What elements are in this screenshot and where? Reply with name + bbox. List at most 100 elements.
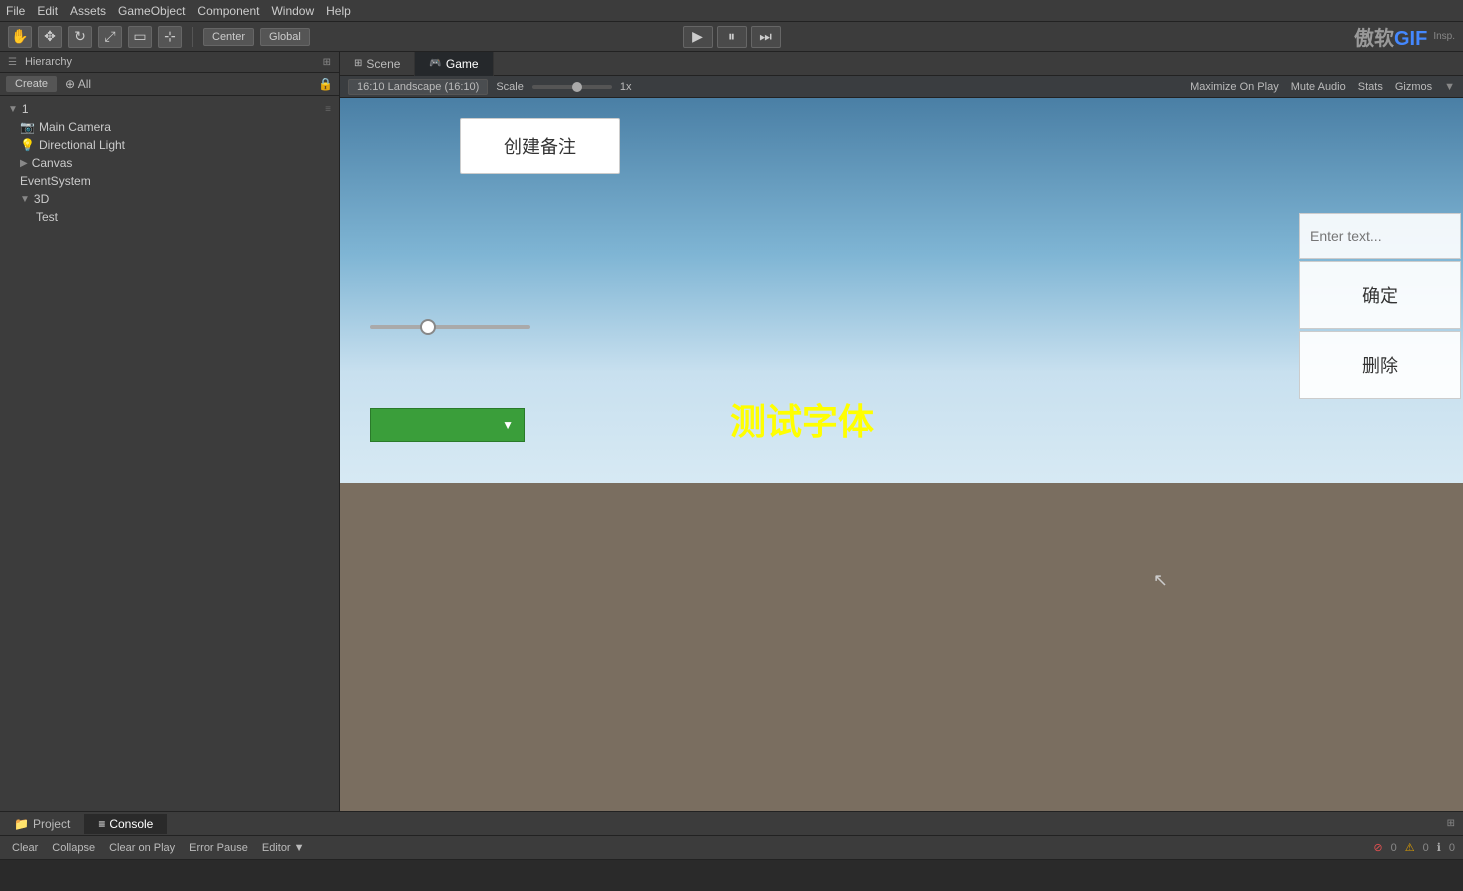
viewport-toolbar: 16:10 Landscape (16:10) Scale 1x Maximiz… bbox=[340, 76, 1463, 98]
clear-on-play-btn[interactable]: Clear on Play bbox=[105, 841, 179, 855]
tab-project[interactable]: 📁 Project bbox=[0, 814, 84, 834]
ground bbox=[340, 483, 1463, 811]
play-controls: ▶ ⏸ ⏭ bbox=[683, 26, 781, 48]
toolbar-right: 傲软GIF Insp. bbox=[1354, 22, 1455, 51]
menu-edit[interactable]: Edit bbox=[37, 4, 58, 18]
create-note-btn[interactable]: 创建备注 bbox=[460, 118, 620, 174]
hierarchy-item-label: 1 bbox=[22, 102, 29, 116]
menu-assets[interactable]: Assets bbox=[70, 4, 106, 18]
watermark-text2: GIF bbox=[1394, 28, 1427, 50]
hierarchy-panel: ☰ Hierarchy ⊞ Create ⊕ All 🔒 ▼ 1 ≡ 📷 Mai… bbox=[0, 52, 340, 811]
hierarchy-item-label: Canvas bbox=[32, 156, 73, 170]
hand-tool-btn[interactable]: ✋ bbox=[8, 26, 32, 48]
gizmos-arrow: ▼ bbox=[1444, 81, 1455, 93]
menu-component[interactable]: Component bbox=[197, 4, 259, 18]
tab-game[interactable]: 🎮 Game bbox=[415, 52, 493, 76]
play-btn[interactable]: ▶ bbox=[683, 26, 713, 48]
collapse-arrow-canvas: ▶ bbox=[20, 158, 28, 169]
universal-tool-btn[interactable]: ⊹ bbox=[158, 26, 182, 48]
hierarchy-item-directional-light[interactable]: 💡 Directional Light bbox=[0, 136, 339, 154]
camera-icon: 📷 bbox=[20, 120, 35, 134]
game-right-panel: 确定 删除 bbox=[1299, 213, 1461, 401]
scale-value: 1x bbox=[620, 81, 632, 93]
gizmos[interactable]: Gizmos bbox=[1395, 81, 1432, 93]
clear-btn[interactable]: Clear bbox=[8, 841, 42, 855]
scene-tab-label: Scene bbox=[366, 57, 400, 71]
step-btn[interactable]: ⏭ bbox=[751, 26, 781, 48]
hierarchy-item-label: Main Camera bbox=[39, 120, 111, 134]
hierarchy-item-test[interactable]: Test bbox=[0, 208, 339, 226]
toolbar-separator-1 bbox=[192, 27, 193, 47]
collapse-arrow: ▼ bbox=[8, 104, 18, 115]
dropdown-arrow-icon: ▼ bbox=[502, 418, 514, 432]
maximize-on-play[interactable]: Maximize On Play bbox=[1190, 81, 1279, 93]
hierarchy-item-eventsystem[interactable]: EventSystem bbox=[0, 172, 339, 190]
project-tab-label: Project bbox=[33, 817, 70, 831]
main-layout: ☰ Hierarchy ⊞ Create ⊕ All 🔒 ▼ 1 ≡ 📷 Mai… bbox=[0, 52, 1463, 811]
center-area: ⊞ Scene 🎮 Game 16:10 Landscape (16:10) S… bbox=[340, 52, 1463, 811]
game-tab-icon: 🎮 bbox=[429, 58, 441, 69]
aspect-btn[interactable]: 16:10 Landscape (16:10) bbox=[348, 79, 488, 95]
toolbar: ✋ ✥ ↻ ⤢ ▭ ⊹ Center Global ▶ ⏸ ⏭ 傲软GIF In… bbox=[0, 22, 1463, 52]
hierarchy-toolbar: Create ⊕ All 🔒 bbox=[0, 73, 339, 96]
rotate-tool-btn[interactable]: ↻ bbox=[68, 26, 92, 48]
global-btn[interactable]: Global bbox=[260, 28, 310, 46]
hierarchy-icon: ☰ bbox=[8, 57, 17, 68]
pause-btn[interactable]: ⏸ bbox=[717, 26, 747, 48]
mute-audio[interactable]: Mute Audio bbox=[1291, 81, 1346, 93]
create-btn[interactable]: Create bbox=[6, 76, 57, 92]
error-count: 0 bbox=[1391, 842, 1397, 854]
game-text-input[interactable] bbox=[1299, 213, 1461, 259]
collapse-arrow-3d: ▼ bbox=[20, 194, 30, 205]
bottom-right: ⊘ 0 ⚠ 0 ℹ 0 bbox=[1373, 841, 1455, 854]
scene-tab-icon: ⊞ bbox=[354, 58, 362, 69]
delete-btn[interactable]: 删除 bbox=[1299, 331, 1461, 399]
message-count: 0 bbox=[1449, 842, 1455, 854]
menu-gameobject[interactable]: GameObject bbox=[118, 4, 185, 18]
scale-thumb bbox=[572, 82, 582, 92]
confirm-btn[interactable]: 确定 bbox=[1299, 261, 1461, 329]
menu-window[interactable]: Window bbox=[271, 4, 314, 18]
tab-console[interactable]: ≡ Console bbox=[84, 814, 167, 834]
bottom-tabs: 📁 Project ≡ Console ⊞ bbox=[0, 812, 1463, 836]
stats[interactable]: Stats bbox=[1358, 81, 1383, 93]
scale-tool-btn[interactable]: ⤢ bbox=[98, 26, 122, 48]
hierarchy-item-label: Test bbox=[36, 210, 58, 224]
hierarchy-list: ▼ 1 ≡ 📷 Main Camera 💡 Directional Light … bbox=[0, 96, 339, 811]
console-tab-icon: ≡ bbox=[98, 817, 105, 831]
hierarchy-item-root[interactable]: ▼ 1 ≡ bbox=[0, 100, 339, 118]
menu-bar: File Edit Assets GameObject Component Wi… bbox=[0, 0, 1463, 22]
hierarchy-item-label: 3D bbox=[34, 192, 49, 206]
warning-count-icon: ⚠ bbox=[1405, 841, 1415, 854]
center-btn[interactable]: Center bbox=[203, 28, 254, 46]
game-slider[interactable] bbox=[370, 325, 530, 329]
rect-tool-btn[interactable]: ▭ bbox=[128, 26, 152, 48]
hierarchy-item-main-camera[interactable]: 📷 Main Camera bbox=[0, 118, 339, 136]
tab-scene[interactable]: ⊞ Scene bbox=[340, 52, 415, 76]
error-pause-btn[interactable]: Error Pause bbox=[185, 841, 252, 855]
scale-track bbox=[532, 85, 612, 89]
bottom-area: 📁 Project ≡ Console ⊞ Clear Collapse Cle… bbox=[0, 811, 1463, 891]
game-viewport: 创建备注 ▼ 测试字体 确定 删除 ↖ bbox=[340, 98, 1463, 811]
watermark: 傲软GIF bbox=[1354, 22, 1427, 51]
hierarchy-header: ☰ Hierarchy ⊞ bbox=[0, 52, 339, 73]
game-dropdown-btn[interactable]: ▼ bbox=[370, 408, 525, 442]
menu-help[interactable]: Help bbox=[326, 4, 351, 18]
hierarchy-item-canvas[interactable]: ▶ Canvas bbox=[0, 154, 339, 172]
lock-icon[interactable]: 🔒 bbox=[318, 77, 333, 91]
pin-icon[interactable]: ⊞ bbox=[323, 57, 331, 68]
console-content bbox=[0, 860, 1463, 891]
vp-right: Maximize On Play Mute Audio Stats Gizmos… bbox=[1190, 81, 1455, 93]
move-tool-btn[interactable]: ✥ bbox=[38, 26, 62, 48]
game-text-label: 测试字体 bbox=[730, 393, 874, 445]
collapse-btn[interactable]: Collapse bbox=[48, 841, 99, 855]
insp-label: Insp. bbox=[1433, 31, 1455, 42]
slider-container bbox=[370, 318, 530, 332]
bottom-pin-icon[interactable]: ⊞ bbox=[1447, 818, 1463, 829]
hierarchy-item-3d[interactable]: ▼ 3D bbox=[0, 190, 339, 208]
menu-file[interactable]: File bbox=[6, 4, 25, 18]
bottom-toolbar: Clear Collapse Clear on Play Error Pause… bbox=[0, 836, 1463, 860]
editor-btn[interactable]: Editor ▼ bbox=[258, 841, 309, 855]
all-label[interactable]: ⊕ All bbox=[65, 77, 91, 91]
hierarchy-item-label: EventSystem bbox=[20, 174, 91, 188]
